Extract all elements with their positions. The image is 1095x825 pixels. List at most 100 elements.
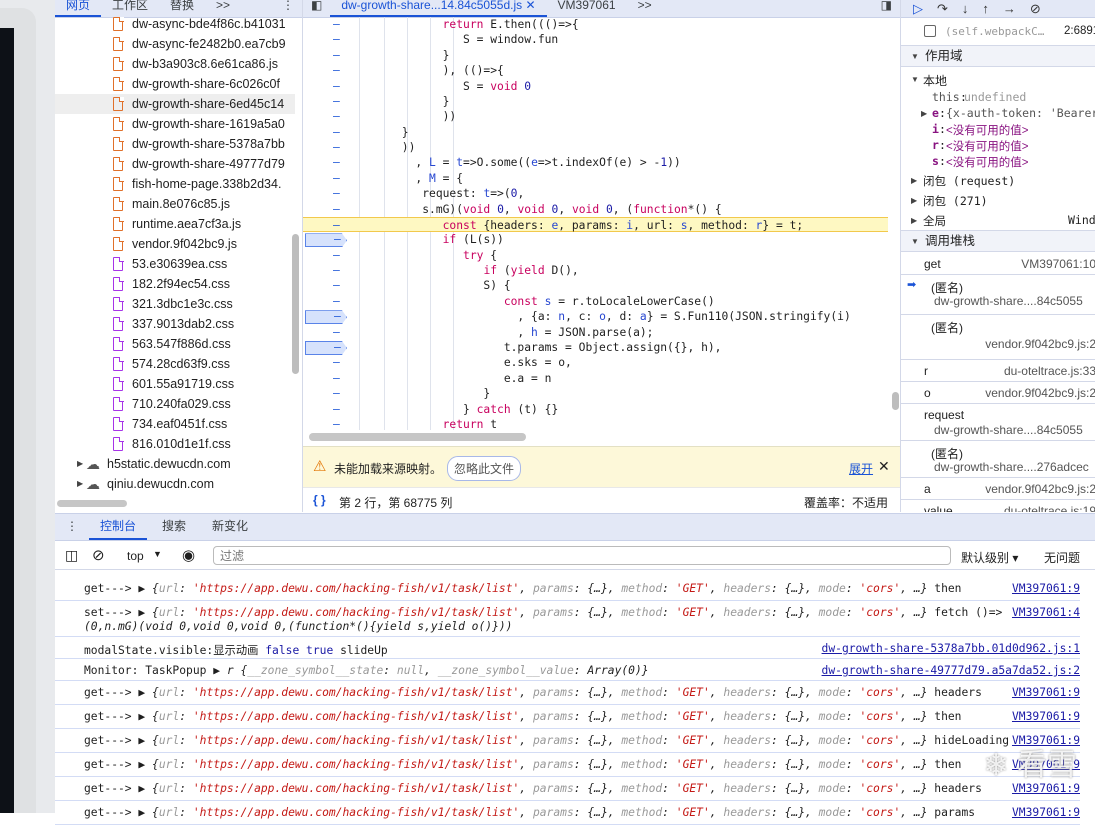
file-item[interactable]: runtime.aea7cf3a.js: [55, 214, 295, 234]
file-item[interactable]: dw-async-fe2482b0.ea7cb9: [55, 34, 295, 54]
toggle-debugger-icon[interactable]: ◨: [873, 0, 900, 17]
file-item[interactable]: main.8e076c85.js: [55, 194, 295, 214]
file-item[interactable]: 182.2f94ec54.css: [55, 274, 295, 294]
call-frame[interactable]: get VM397061:10: [901, 253, 1095, 275]
context-selector[interactable]: top: [127, 549, 144, 563]
callstack-section-header[interactable]: ▼ 调用堆栈: [901, 230, 1095, 252]
tab-changes[interactable]: 新变化: [201, 514, 259, 540]
code-line[interactable]: – e.a = n: [303, 371, 888, 386]
file-item[interactable]: 710.240fa029.css: [55, 394, 295, 414]
code-line[interactable]: – }: [303, 94, 888, 109]
call-frame-location[interactable]: VM397061:10: [1021, 257, 1095, 271]
file-item[interactable]: dw-growth-share-49777d79: [55, 154, 295, 174]
expand-arrow-icon[interactable]: ▶: [77, 474, 83, 494]
close-warning-icon[interactable]: ✕: [878, 458, 890, 475]
expand-object-icon[interactable]: ▶: [138, 782, 152, 795]
step-icon[interactable]: →: [1003, 1, 1016, 16]
tab-vm[interactable]: VM397061: [547, 0, 627, 17]
code-line[interactable]: – S = void 0: [303, 79, 888, 94]
tab-console[interactable]: 控制台: [89, 514, 148, 540]
call-frame[interactable]: a vendor.9f042bc9.js:2: [901, 478, 1095, 500]
call-frame[interactable]: o vendor.9f042bc9.js:2: [901, 382, 1095, 404]
resume-icon[interactable]: ▷: [913, 1, 923, 17]
expand-arrow-icon[interactable]: ▶: [911, 216, 917, 225]
closure-scope[interactable]: 闭包 (request): [923, 173, 1015, 189]
log-level-dropdown[interactable]: 默认级别 ▾: [961, 549, 1018, 566]
code-line[interactable]: – request: t=>(0,: [303, 186, 888, 201]
tab-search[interactable]: 搜索: [147, 514, 201, 540]
file-item[interactable]: 816.010d1e1f.css: [55, 434, 295, 454]
code-line[interactable]: – ), (()=>{: [303, 63, 888, 78]
file-item[interactable]: dw-b3a903c8.6e61ca86.js: [55, 54, 295, 74]
current-line[interactable]: – const {headers: e, params: i, url: s, …: [303, 216, 888, 233]
navigator-h-scrollbar[interactable]: [57, 500, 127, 507]
code-area[interactable]: – return E.then((()=>{– S = window.fun – …: [303, 17, 888, 430]
code-line[interactable]: – S) {: [303, 278, 888, 293]
step-into-icon[interactable]: ↓: [962, 1, 969, 16]
call-frame[interactable]: (匿名) vendor.9f042bc9.js:2: [901, 315, 1095, 360]
call-frame-location[interactable]: dw-growth-share....84c5055: [934, 423, 1083, 437]
code-line[interactable]: – if (L(s)): [303, 232, 888, 248]
code-line[interactable]: – }: [303, 125, 888, 140]
ignore-file-button[interactable]: 忽略此文件: [447, 456, 522, 481]
message-source-link[interactable]: VM397061:9: [1012, 710, 1080, 723]
scope-section-header[interactable]: ▼ 作用域: [901, 45, 1095, 67]
breakpoint-marker[interactable]: –: [305, 340, 347, 355]
step-out-icon[interactable]: ↑: [982, 1, 989, 16]
code-line[interactable]: – }: [303, 386, 888, 401]
clear-console-icon[interactable]: ⊘: [92, 546, 105, 564]
issues-button[interactable]: 无问题: [1044, 549, 1080, 566]
expand-object-icon[interactable]: ▶: [138, 582, 152, 595]
message-source-link[interactable]: dw-growth-share-5378a7bb.01d0d962.js:1: [822, 642, 1080, 655]
breakpoint-checkbox[interactable]: [924, 25, 936, 37]
message-source-link[interactable]: VM397061:9: [1012, 582, 1080, 595]
scope-local[interactable]: 本地: [923, 72, 947, 89]
call-frame-location[interactable]: vendor.9f042bc9.js:2: [985, 386, 1095, 400]
code-line[interactable]: – return t: [303, 417, 888, 430]
code-line[interactable]: – , M = {: [303, 171, 888, 186]
closure-scope[interactable]: 闭包 (271): [923, 193, 988, 209]
code-line[interactable]: – return E.then((()=>{: [303, 17, 888, 32]
call-frame[interactable]: request dw-growth-share....84c5055: [901, 404, 1095, 441]
expand-object-icon[interactable]: ▶: [138, 686, 152, 699]
call-frame-location[interactable]: du-oteltrace.js:19: [1004, 504, 1095, 512]
file-item[interactable]: dw-growth-share-1619a5a0: [55, 114, 295, 134]
breakpoint-marker[interactable]: –: [305, 310, 347, 325]
file-item[interactable]: 601.55a91719.css: [55, 374, 295, 394]
code-line[interactable]: – t.params = Object.assign({}, h),: [303, 340, 888, 355]
expand-object-icon[interactable]: ▶: [138, 606, 152, 619]
expand-arrow-icon[interactable]: ▶: [921, 109, 927, 118]
domain-item[interactable]: ▶ ☁ h5static.dewucdn.com: [55, 454, 295, 474]
file-item[interactable]: 321.3dbc1e3c.css: [55, 294, 295, 314]
expand-arrow-icon[interactable]: ▶: [77, 454, 83, 474]
global-scope[interactable]: 全局: [923, 213, 946, 229]
call-frame[interactable]: (匿名) dw-growth-share....276adcec: [901, 441, 1095, 478]
message-source-link[interactable]: VM397061:4: [1012, 606, 1080, 619]
message-source-link[interactable]: dw-growth-share-49777d79.a5a7da52.js:2: [822, 664, 1080, 677]
code-line[interactable]: – if (yield D(),: [303, 263, 888, 278]
file-item[interactable]: dw-growth-share-6c026c0f: [55, 74, 295, 94]
call-frame[interactable]: r du-oteltrace.js:33: [901, 360, 1095, 382]
pretty-print-icon[interactable]: { }: [313, 493, 326, 507]
code-line[interactable]: – e.sks = o,: [303, 355, 888, 370]
code-line[interactable]: – const s = r.toLocaleLowerCase(): [303, 294, 888, 309]
breakpoint-marker[interactable]: –: [305, 233, 347, 248]
code-line[interactable]: – )): [303, 140, 888, 155]
expand-object-icon[interactable]: ▶: [138, 734, 152, 747]
file-item[interactable]: dw-async-bde4f86c.b41031: [55, 14, 295, 34]
file-item[interactable]: fish-home-page.338b2d34.: [55, 174, 295, 194]
expand-arrow-icon[interactable]: ▶: [911, 176, 917, 185]
more-tabs-button[interactable]: >>: [627, 0, 663, 17]
code-line[interactable]: – , L = t=>O.some((e=>t.indexOf(e) > -1)…: [303, 155, 888, 170]
call-frame-location[interactable]: vendor.9f042bc9.js:2: [985, 337, 1095, 351]
call-frame-location[interactable]: du-oteltrace.js:33: [1004, 364, 1095, 378]
call-frame-location[interactable]: vendor.9f042bc9.js:2: [985, 482, 1095, 496]
file-item[interactable]: 734.eaf0451f.css: [55, 414, 295, 434]
code-line[interactable]: – try {: [303, 248, 888, 263]
toggle-navigator-icon[interactable]: ◧: [303, 0, 330, 17]
editor-h-scrollbar[interactable]: [309, 433, 526, 441]
live-expression-eye-icon[interactable]: ◉: [182, 546, 195, 564]
message-source-link[interactable]: VM397061:9: [1012, 686, 1080, 699]
navigator-scrollbar[interactable]: [292, 234, 299, 374]
call-frame-location[interactable]: dw-growth-share....84c5055: [934, 294, 1083, 308]
